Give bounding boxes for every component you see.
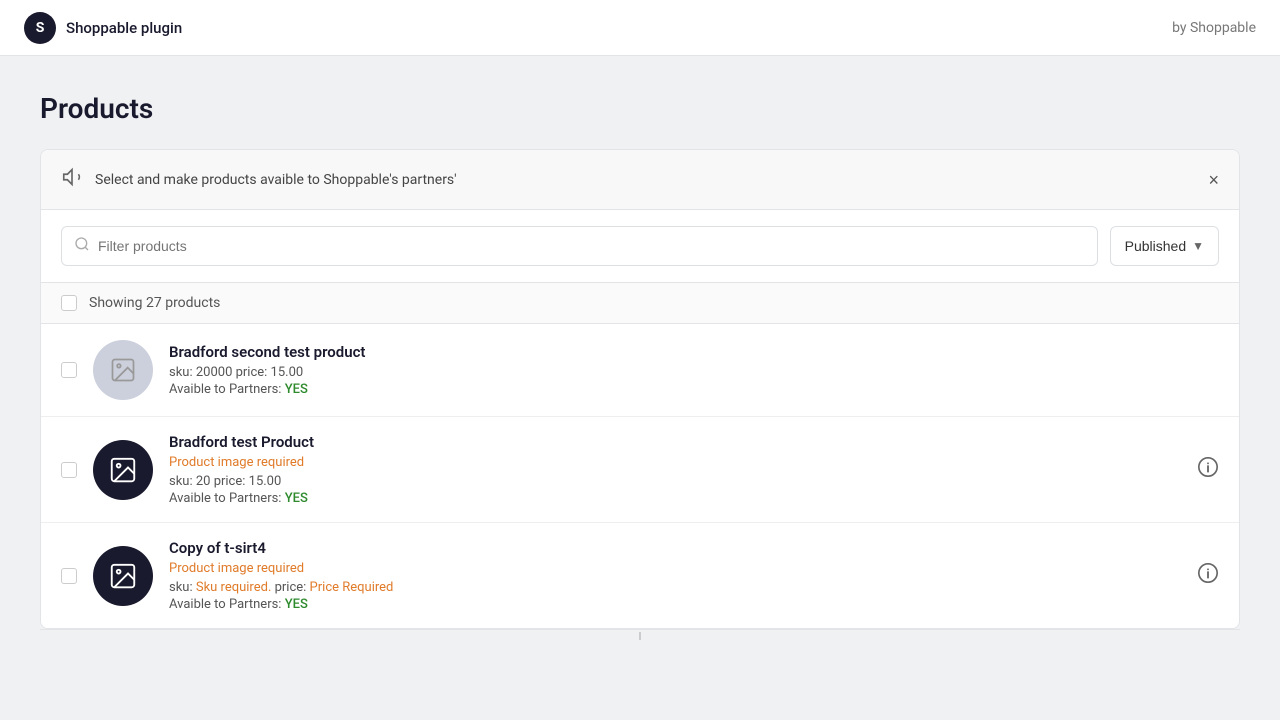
product-sku-2: sku: 20 price: 15.00 (169, 474, 1219, 489)
available-value-2: YES (285, 491, 308, 506)
info-icon-3[interactable] (1197, 562, 1219, 590)
banner-left: Select and make products avaible to Shop… (61, 166, 457, 193)
product-info-1: Bradford second test product sku: 20000 … (169, 343, 1219, 397)
table-row: Bradford test Product Product image requ… (41, 417, 1239, 523)
sku-prefix-1: sku: (169, 365, 196, 380)
resize-handle[interactable] (639, 632, 641, 640)
app-logo: S (24, 12, 56, 44)
available-prefix-3: Avaible to Partners: (169, 597, 285, 612)
product-partners-1: Avaible to Partners: YES (169, 382, 1219, 397)
resize-bar (40, 629, 1240, 641)
price-value-2: 15.00 (249, 474, 282, 489)
showing-count: Showing 27 products (89, 295, 220, 311)
product-name-2: Bradford test Product (169, 433, 1219, 451)
published-dropdown-button[interactable]: Published ▼ (1110, 226, 1219, 266)
chevron-down-icon: ▼ (1192, 239, 1204, 253)
info-icon-2[interactable] (1197, 456, 1219, 484)
product-checkbox-2[interactable] (61, 462, 77, 478)
header-right: by Shoppable (1172, 20, 1256, 36)
price-prefix-2: price: (210, 474, 248, 489)
table-row: Copy of t-sirt4 Product image required s… (41, 523, 1239, 628)
available-value-3: YES (285, 597, 308, 612)
product-checkbox-1[interactable] (61, 362, 77, 378)
product-image-required-2: Product image required (169, 455, 1219, 470)
select-all-checkbox[interactable] (61, 295, 77, 311)
published-dropdown-label: Published (1125, 238, 1187, 254)
banner-text: Select and make products avaible to Shop… (95, 172, 457, 188)
list-header: Showing 27 products (41, 283, 1239, 324)
product-list: Bradford second test product sku: 20000 … (41, 324, 1239, 628)
product-sku-1: sku: 20000 price: 15.00 (169, 365, 1219, 380)
banner-close-button[interactable]: × (1208, 171, 1219, 189)
available-prefix-1: Avaible to Partners: (169, 382, 285, 397)
search-input[interactable] (98, 238, 1085, 254)
price-prefix-1: price: (232, 365, 270, 380)
product-name-1: Bradford second test product (169, 343, 1219, 361)
product-thumbnail-1 (93, 340, 153, 400)
search-wrapper (61, 226, 1098, 266)
product-name-3: Copy of t-sirt4 (169, 539, 1219, 557)
table-row: Bradford second test product sku: 20000 … (41, 324, 1239, 417)
main-content: Products Select and make products avaibl… (0, 56, 1280, 677)
header: S Shoppable plugin by Shoppable (0, 0, 1280, 56)
product-info-2: Bradford test Product Product image requ… (169, 433, 1219, 506)
sku-prefix-3: sku: (169, 580, 196, 595)
products-card: Select and make products avaible to Shop… (40, 149, 1240, 629)
sku-value-1: 20000 (196, 365, 233, 380)
product-sku-3: sku: Sku required. price: Price Required (169, 580, 1219, 595)
product-thumbnail-2 (93, 440, 153, 500)
product-image-required-3: Product image required (169, 561, 1219, 576)
price-value-1: 15.00 (271, 365, 304, 380)
logo-letter: S (36, 20, 45, 36)
search-area: Published ▼ (41, 210, 1239, 283)
available-prefix-2: Avaible to Partners: (169, 491, 285, 506)
sku-prefix-2: sku: (169, 474, 196, 489)
sku-required-3: Sku required. (196, 580, 272, 595)
header-left: S Shoppable plugin (24, 12, 182, 44)
price-required-3: Price Required (310, 580, 394, 595)
product-info-3: Copy of t-sirt4 Product image required s… (169, 539, 1219, 612)
product-partners-3: Avaible to Partners: YES (169, 597, 1219, 612)
page-title: Products (40, 92, 1240, 125)
price-prefix-3: price: (271, 580, 309, 595)
search-icon (74, 236, 90, 256)
available-value-1: YES (285, 382, 308, 397)
app-title: Shoppable plugin (66, 19, 182, 37)
product-checkbox-3[interactable] (61, 568, 77, 584)
product-thumbnail-3 (93, 546, 153, 606)
sku-value-2: 20 (196, 474, 211, 489)
product-partners-2: Avaible to Partners: YES (169, 491, 1219, 506)
info-banner: Select and make products avaible to Shop… (41, 150, 1239, 210)
megaphone-icon (61, 166, 83, 193)
